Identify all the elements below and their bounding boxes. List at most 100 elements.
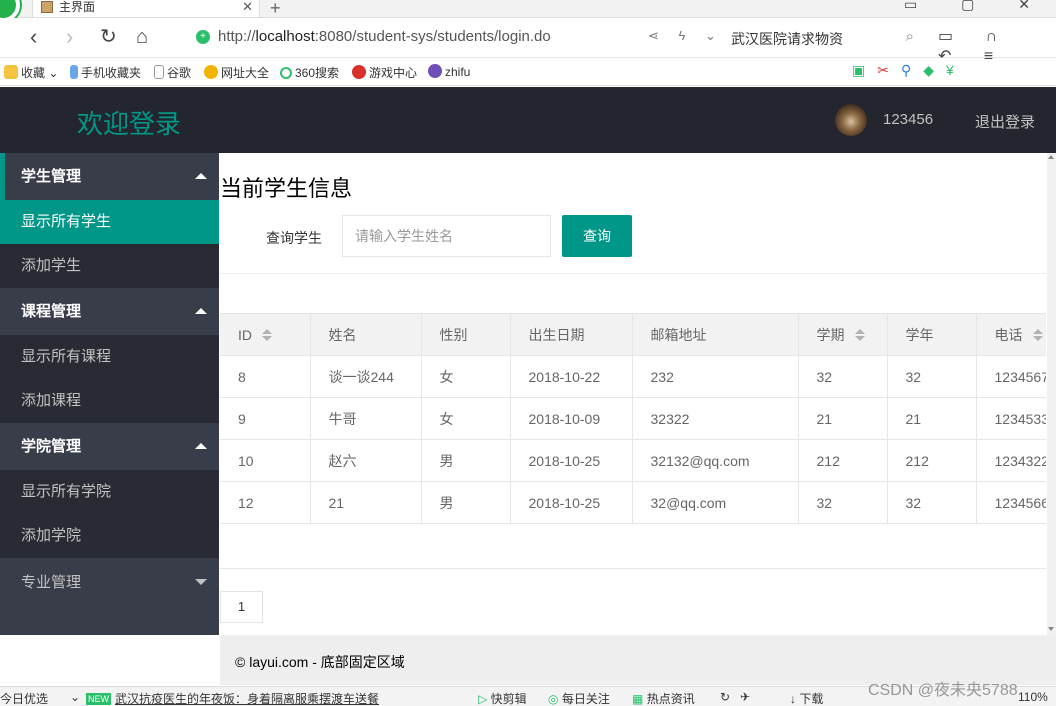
column-header-term[interactable]: 学期 <box>798 313 888 356</box>
column-header-phone[interactable]: 电话 <box>976 313 1046 356</box>
app-logo: 欢迎登录 <box>77 109 182 139</box>
address-bar[interactable]: + http://localhost:8080/student-sys/stud… <box>188 24 718 52</box>
browser-search-text: 武汉医院请求物资 <box>731 31 843 47</box>
bookmark-360[interactable]: 360搜索 <box>280 64 339 81</box>
zhifu-icon <box>428 64 442 78</box>
sidebar-item-all-colleges[interactable]: 显示所有学院 <box>0 470 219 514</box>
sidebar-group-colleges[interactable]: 学院管理 <box>0 423 219 470</box>
home-icon[interactable]: ⌂ <box>136 24 148 50</box>
cell-id: 10 <box>220 439 311 482</box>
sort-icon[interactable] <box>1032 328 1043 341</box>
sidebar-group-students[interactable]: 学生管理 <box>0 153 219 200</box>
cell-gender: 男 <box>421 481 511 524</box>
pagination-page-1[interactable]: 1 <box>220 591 263 623</box>
cell-gender: 女 <box>421 397 511 440</box>
chevron-down-icon <box>195 579 207 585</box>
table-row[interactable]: 12 21 男 2018-10-25 32@qq.com 32 32 12345… <box>220 481 1046 524</box>
status-item-news[interactable]: ▦ 热点资讯 <box>632 690 695 706</box>
sidebar-group-courses[interactable]: 课程管理 <box>0 288 219 335</box>
status-item-daily[interactable]: ◎ 每日关注 <box>548 690 610 706</box>
sidebar-group-majors[interactable]: 专业管理 <box>0 558 219 608</box>
browser-tab-bar: 主界面 ✕ + ▭ ▢ ✕ <box>0 0 1056 22</box>
app-header: 欢迎登录 123456 退出登录 <box>0 87 1056 153</box>
zoom-level[interactable]: 110% <box>1018 690 1048 704</box>
page-title: 当前学生信息 <box>220 176 353 201</box>
column-header-gender: 性别 <box>421 313 511 356</box>
play-icon: ▷ <box>478 692 488 706</box>
extension-icons[interactable]: ▣✂⚲◆¥ <box>852 62 966 79</box>
tab-close-icon[interactable]: ✕ <box>242 0 253 14</box>
favicon-icon <box>41 1 53 13</box>
sidebar-item-add-student[interactable]: 添加学生 <box>0 244 219 288</box>
logout-link[interactable]: 退出登录 <box>975 111 1035 132</box>
sidebar-group-label: 学院管理 <box>21 438 82 455</box>
cell-year: 21 <box>887 397 977 440</box>
search-icon[interactable]: ⌕ <box>906 28 914 45</box>
bookmark-mobile[interactable]: 手机收藏夹 <box>70 64 141 81</box>
sidebar-group-label: 学生管理 <box>21 168 82 185</box>
window-controls[interactable]: ▭ ▢ ✕ <box>904 0 1050 13</box>
bookmark-sites[interactable]: 网址大全 <box>204 64 269 81</box>
new-tab-icon[interactable]: + <box>270 0 281 19</box>
search-button[interactable]: 查询 <box>562 215 632 257</box>
main-content: 当前学生信息 查询学生 查询 ID 姓名 性别 出生日期 邮箱地址 学期 学年 … <box>220 153 1046 635</box>
cell-term: 32 <box>798 481 888 524</box>
sidebar-group-label: 课程管理 <box>21 303 82 320</box>
cell-id: 8 <box>220 355 311 398</box>
browser-tab[interactable]: 主界面 ✕ <box>32 0 260 18</box>
tab-title: 主界面 <box>59 0 96 14</box>
news-ticker[interactable]: NEW 武汉抗疫医生的年夜饭：身着隔离服乘摆渡车送餐 <box>86 690 379 706</box>
cell-id: 12 <box>220 481 311 524</box>
bookmark-favorites[interactable]: 收藏 ⌄ <box>4 64 58 81</box>
sort-icon[interactable] <box>854 328 865 341</box>
cell-birthday: 2018-10-22 <box>510 355 633 398</box>
bookmark-games[interactable]: 游戏中心 <box>352 64 417 81</box>
status-tool-icons[interactable]: ↻ ✈ <box>720 690 750 704</box>
cell-year: 32 <box>887 355 977 398</box>
reload-icon[interactable]: ↻ <box>100 24 117 50</box>
status-item-clip[interactable]: ▷ 快剪辑 <box>478 690 527 706</box>
back-icon[interactable]: ‹ <box>30 24 37 50</box>
star-icon <box>4 65 18 79</box>
table-row[interactable]: 8 谈一谈244 女 2018-10-22 232 32 32 12345678 <box>220 355 1046 398</box>
cell-year: 32 <box>887 481 977 524</box>
cell-phone: 12343222 <box>976 439 1046 482</box>
browser-search-box[interactable]: 武汉医院请求物资 ⌕ <box>728 24 918 52</box>
status-item-download[interactable]: ↓ 下载 <box>790 690 823 706</box>
bookmarks-bar: 收藏 ⌄ 手机收藏夹 谷歌 网址大全 360搜索 游戏中心 zhifu ▣✂⚲◆… <box>0 59 1056 86</box>
column-header-year: 学年 <box>887 313 977 356</box>
scroll-down-icon[interactable] <box>1048 627 1054 631</box>
user-name[interactable]: 123456 <box>883 111 933 128</box>
address-bar-tools[interactable]: ⋖ ϟ ⌄ <box>648 28 724 44</box>
sort-icon[interactable] <box>262 328 272 341</box>
column-header-name: 姓名 <box>310 313 422 356</box>
cell-phone: 12345666 <box>976 481 1046 524</box>
cell-year: 212 <box>887 439 977 482</box>
table-row[interactable]: 10 赵六 男 2018-10-25 32132@qq.com 212 212 … <box>220 439 1046 482</box>
sidebar-item-add-course[interactable]: 添加课程 <box>0 379 219 423</box>
sidebar-item-all-courses[interactable]: 显示所有课程 <box>0 335 219 379</box>
bookmark-google[interactable]: 谷歌 <box>154 64 191 81</box>
cell-email: 32132@qq.com <box>632 439 799 482</box>
chevron-up-icon <box>195 173 207 179</box>
scroll-up-icon[interactable] <box>1048 155 1054 159</box>
game-icon <box>352 65 366 79</box>
chevron-down-icon[interactable]: ⌄ <box>70 690 80 704</box>
status-left-text[interactable]: 今日优选 <box>0 690 48 706</box>
column-header-email: 邮箱地址 <box>632 313 799 356</box>
forward-icon[interactable]: › <box>66 24 73 50</box>
search-input[interactable] <box>342 215 551 257</box>
search-label: 查询学生 <box>266 230 322 246</box>
sites-icon <box>204 65 218 79</box>
vertical-scrollbar[interactable] <box>1047 153 1056 635</box>
avatar[interactable] <box>835 104 867 136</box>
table-row[interactable]: 9 牛哥 女 2018-10-09 32322 21 21 12345333 <box>220 397 1046 440</box>
column-header-id[interactable]: ID <box>220 313 311 356</box>
divider <box>220 273 1046 274</box>
bookmark-zhifu[interactable]: zhifu <box>428 64 470 79</box>
sidebar-item-add-college[interactable]: 添加学院 <box>0 514 219 558</box>
cell-id: 9 <box>220 397 311 440</box>
sidebar-item-all-students[interactable]: 显示所有学生 <box>0 200 219 244</box>
daily-icon: ◎ <box>548 692 559 706</box>
cell-birthday: 2018-10-25 <box>510 481 633 524</box>
